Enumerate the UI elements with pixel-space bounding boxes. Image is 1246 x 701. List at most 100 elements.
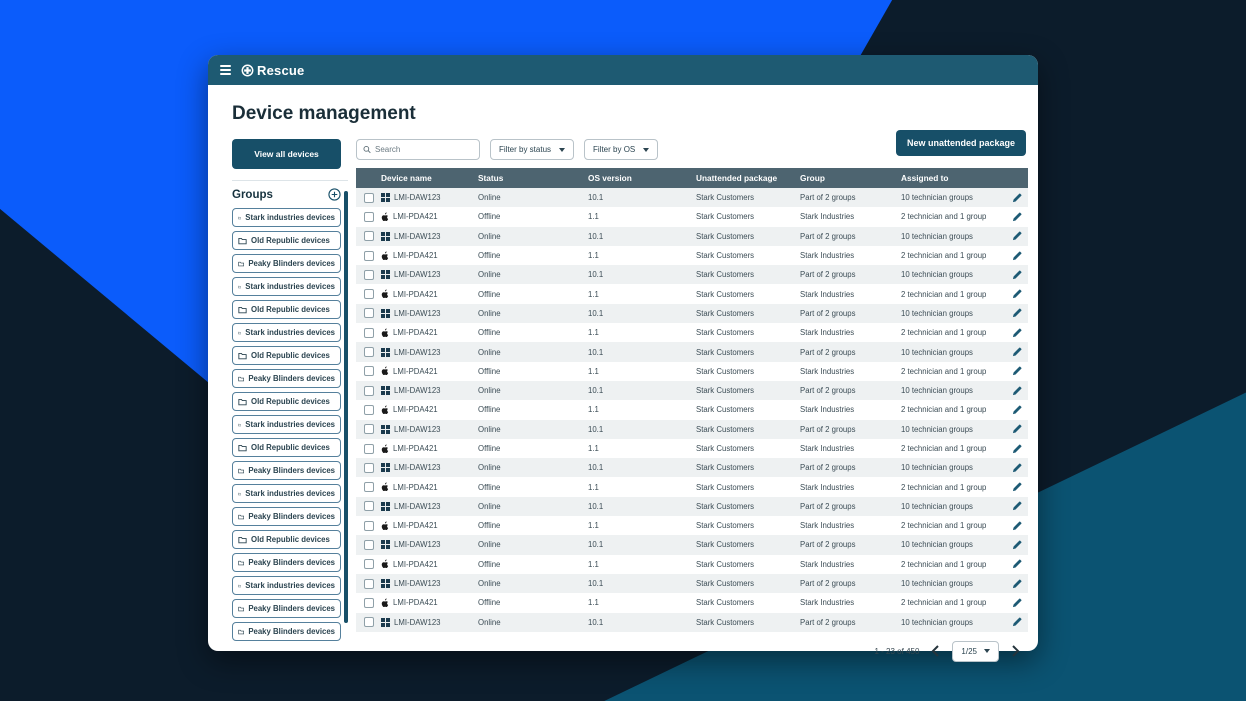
device-table-row[interactable]: LMI-DAW123 Online 10.1 Stark Customers P… — [356, 458, 1028, 477]
device-table-row[interactable]: LMI-PDA421 Offline 1.1 Stark Customers S… — [356, 516, 1028, 535]
view-all-devices-button[interactable]: View all devices — [232, 139, 341, 169]
row-checkbox[interactable] — [364, 521, 374, 531]
sidebar-group-item[interactable]: Stark industries devices — [232, 277, 341, 296]
sidebar-group-item[interactable]: Old Republic devices — [232, 346, 341, 365]
edit-device-button[interactable] — [1012, 193, 1022, 203]
sidebar-group-item[interactable]: Old Republic devices — [232, 300, 341, 319]
device-table-row[interactable]: LMI-DAW123 Online 10.1 Stark Customers P… — [356, 304, 1028, 323]
edit-device-button[interactable] — [1012, 212, 1022, 222]
sidebar-group-item[interactable]: Peaky Blinders devices — [232, 254, 341, 273]
edit-device-button[interactable] — [1012, 366, 1022, 376]
row-checkbox[interactable] — [364, 540, 374, 550]
edit-device-button[interactable] — [1012, 386, 1022, 396]
previous-page-button[interactable] — [931, 645, 940, 657]
edit-device-button[interactable] — [1012, 231, 1022, 241]
sidebar-group-item[interactable]: Stark industries devices — [232, 208, 341, 227]
sidebar-group-item[interactable]: Peaky Blinders devices — [232, 622, 341, 641]
sidebar-group-item[interactable]: Old Republic devices — [232, 438, 341, 457]
row-checkbox[interactable] — [364, 617, 374, 627]
hamburger-menu-icon[interactable] — [220, 65, 231, 75]
row-checkbox[interactable] — [364, 193, 374, 203]
row-checkbox[interactable] — [364, 366, 374, 376]
sidebar-group-item[interactable]: Old Republic devices — [232, 392, 341, 411]
device-table-row[interactable]: LMI-DAW123 Online 10.1 Stark Customers P… — [356, 574, 1028, 593]
edit-device-button[interactable] — [1012, 579, 1022, 589]
device-table-row[interactable]: LMI-PDA421 Offline 1.1 Stark Customers S… — [356, 400, 1028, 419]
device-table-row[interactable]: LMI-DAW123 Online 10.1 Stark Customers P… — [356, 342, 1028, 361]
device-os-version: 1.1 — [588, 251, 696, 260]
sidebar-group-item[interactable]: Stark industries devices — [232, 415, 341, 434]
edit-device-button[interactable] — [1012, 482, 1022, 492]
device-table-row[interactable]: LMI-DAW123 Online 10.1 Stark Customers P… — [356, 535, 1028, 554]
edit-device-button[interactable] — [1012, 405, 1022, 415]
add-group-icon[interactable] — [328, 188, 341, 201]
device-table-row[interactable]: LMI-PDA421 Offline 1.1 Stark Customers S… — [356, 246, 1028, 265]
row-checkbox[interactable] — [364, 444, 374, 454]
edit-device-button[interactable] — [1012, 540, 1022, 550]
edit-device-button[interactable] — [1012, 424, 1022, 434]
device-table-row[interactable]: LMI-DAW123 Online 10.1 Stark Customers P… — [356, 420, 1028, 439]
row-checkbox[interactable] — [364, 347, 374, 357]
edit-device-button[interactable] — [1012, 347, 1022, 357]
edit-device-button[interactable] — [1012, 289, 1022, 299]
row-checkbox[interactable] — [364, 598, 374, 608]
edit-device-button[interactable] — [1012, 501, 1022, 511]
next-page-button[interactable] — [1011, 645, 1020, 657]
device-table-row[interactable]: LMI-PDA421 Offline 1.1 Stark Customers S… — [356, 555, 1028, 574]
edit-device-button[interactable] — [1012, 521, 1022, 531]
device-table-row[interactable]: LMI-PDA421 Offline 1.1 Stark Customers S… — [356, 207, 1028, 226]
new-unattended-package-button[interactable]: New unattended package — [896, 130, 1026, 156]
device-table-row[interactable]: LMI-PDA421 Offline 1.1 Stark Customers S… — [356, 362, 1028, 381]
edit-device-button[interactable] — [1012, 444, 1022, 454]
row-checkbox[interactable] — [364, 308, 374, 318]
device-table-row[interactable]: LMI-DAW123 Online 10.1 Stark Customers P… — [356, 227, 1028, 246]
device-table-row[interactable]: LMI-DAW123 Online 10.1 Stark Customers P… — [356, 188, 1028, 207]
sidebar-group-item[interactable]: Stark industries devices — [232, 576, 341, 595]
row-checkbox[interactable] — [364, 579, 374, 589]
filter-by-status-dropdown[interactable]: Filter by status — [490, 139, 574, 160]
sidebar-group-item[interactable]: Peaky Blinders devices — [232, 461, 341, 480]
row-checkbox[interactable] — [364, 424, 374, 434]
edit-device-button[interactable] — [1012, 251, 1022, 261]
sidebar-group-item[interactable]: Peaky Blinders devices — [232, 599, 341, 618]
search-input[interactable] — [375, 145, 473, 154]
device-table-row[interactable]: LMI-PDA421 Offline 1.1 Stark Customers S… — [356, 439, 1028, 458]
sidebar-group-item[interactable]: Old Republic devices — [232, 231, 341, 250]
row-checkbox[interactable] — [364, 328, 374, 338]
device-table-row[interactable]: LMI-DAW123 Online 10.1 Stark Customers P… — [356, 497, 1028, 516]
edit-device-button[interactable] — [1012, 328, 1022, 338]
edit-device-button[interactable] — [1012, 270, 1022, 280]
device-table-row[interactable]: LMI-DAW123 Online 10.1 Stark Customers P… — [356, 381, 1028, 400]
row-checkbox[interactable] — [364, 231, 374, 241]
row-checkbox[interactable] — [364, 289, 374, 299]
row-checkbox[interactable] — [364, 501, 374, 511]
row-checkbox[interactable] — [364, 270, 374, 280]
row-checkbox[interactable] — [364, 386, 374, 396]
row-checkbox[interactable] — [364, 463, 374, 473]
edit-device-button[interactable] — [1012, 308, 1022, 318]
row-checkbox[interactable] — [364, 559, 374, 569]
device-table-row[interactable]: LMI-DAW123 Online 10.1 Stark Customers P… — [356, 265, 1028, 284]
device-table-row[interactable]: LMI-PDA421 Offline 1.1 Stark Customers S… — [356, 477, 1028, 496]
row-checkbox[interactable] — [364, 405, 374, 415]
device-table-row[interactable]: LMI-PDA421 Offline 1.1 Stark Customers S… — [356, 323, 1028, 342]
edit-device-button[interactable] — [1012, 463, 1022, 473]
sidebar-group-item[interactable]: Peaky Blinders devices — [232, 507, 341, 526]
device-table-row[interactable]: LMI-PDA421 Offline 1.1 Stark Customers S… — [356, 284, 1028, 303]
sidebar-group-item[interactable]: Peaky Blinders devices — [232, 369, 341, 388]
sidebar-group-item[interactable]: Stark industries devices — [232, 323, 341, 342]
device-table-row[interactable]: LMI-DAW123 Online 10.1 Stark Customers P… — [356, 613, 1028, 632]
filter-by-os-dropdown[interactable]: Filter by OS — [584, 139, 658, 160]
row-checkbox[interactable] — [364, 482, 374, 492]
edit-device-button[interactable] — [1012, 617, 1022, 627]
row-checkbox[interactable] — [364, 251, 374, 261]
sidebar-group-item[interactable]: Peaky Blinders devices — [232, 553, 341, 572]
row-checkbox[interactable] — [364, 212, 374, 222]
device-table-row[interactable]: LMI-PDA421 Offline 1.1 Stark Customers S… — [356, 593, 1028, 612]
page-select-dropdown[interactable]: 1/25 — [952, 641, 999, 662]
sidebar-group-item[interactable]: Stark industries devices — [232, 484, 341, 503]
edit-device-button[interactable] — [1012, 559, 1022, 569]
sidebar-group-item[interactable]: Old Republic devices — [232, 530, 341, 549]
edit-device-button[interactable] — [1012, 598, 1022, 608]
sidebar-scrollbar[interactable] — [344, 191, 348, 623]
